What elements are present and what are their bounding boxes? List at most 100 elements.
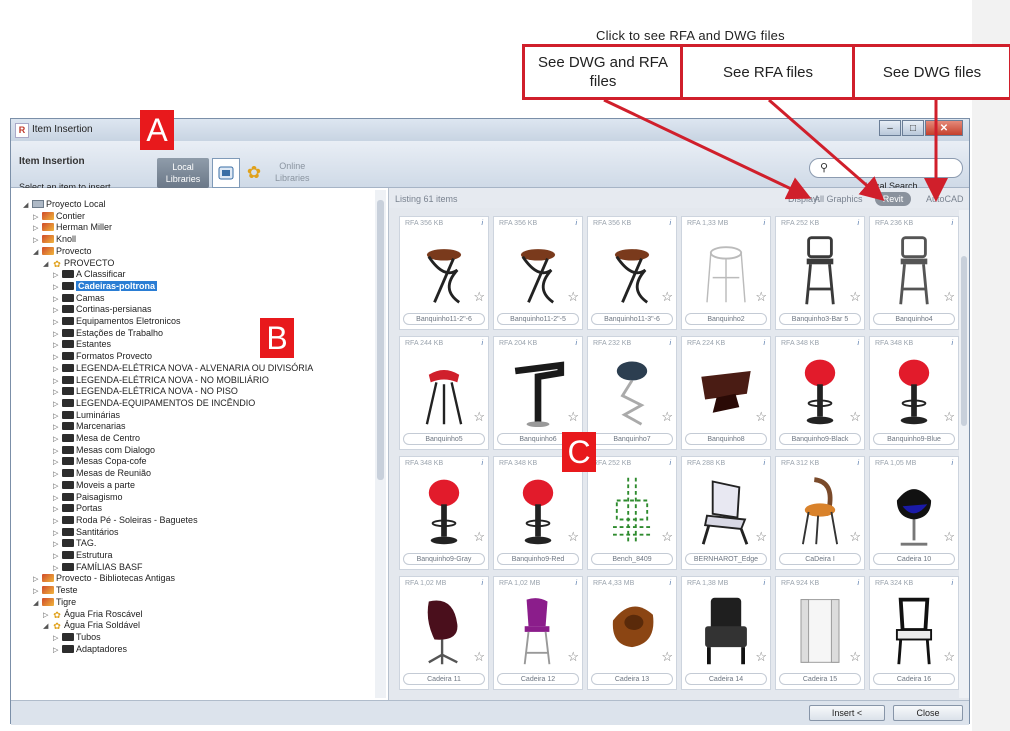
info-icon[interactable]: i <box>951 220 953 227</box>
tree-scrollbar-thumb[interactable] <box>377 200 384 480</box>
info-icon[interactable]: i <box>481 580 483 587</box>
item-card[interactable]: RFA 312 KB i ☆ CaDeira I <box>775 456 865 570</box>
tree-item[interactable]: ▷ Adaptadores <box>53 643 127 655</box>
favorite-star-icon[interactable]: ☆ <box>943 529 955 545</box>
tree-item[interactable]: ▷ Estações de Trabalho <box>53 327 163 339</box>
tree-item[interactable]: ◢ ✿ PROVECTO <box>43 257 114 269</box>
tree-item[interactable]: ▷ Portas <box>53 502 102 514</box>
info-icon[interactable]: i <box>763 220 765 227</box>
favorite-star-icon[interactable]: ☆ <box>661 529 673 545</box>
favorite-star-icon[interactable]: ☆ <box>943 289 955 305</box>
item-card[interactable]: RFA 924 KB i ☆ Cadeira 15 <box>775 576 865 690</box>
item-card[interactable]: RFA 236 KB i ☆ Banquinho4 <box>869 216 959 330</box>
tree-item[interactable]: ▷ A Classificar <box>53 268 126 280</box>
display-autocad[interactable]: AutoCAD <box>926 194 964 204</box>
tree-item[interactable]: ▷ LEGENDA-ELÉTRICA NOVA - NO PISO <box>53 385 238 397</box>
tree-item[interactable]: ▷ Cortinas-persianas <box>53 303 152 315</box>
item-card[interactable]: RFA 252 KB i ☆ Bench_8409 <box>587 456 677 570</box>
info-icon[interactable]: i <box>763 460 765 467</box>
item-card[interactable]: RFA 224 KB i ☆ Banquinho8 <box>681 336 771 450</box>
tree-item[interactable]: ▷ Formatos Provecto <box>53 350 152 362</box>
tree-item[interactable]: ◢ ✿ Água Fria Soldável <box>43 619 140 631</box>
close-window-button[interactable]: ✕ <box>925 120 963 136</box>
tree-item[interactable]: ▷ LEGENDA-EQUIPAMENTOS DE INCÊNDIO <box>53 397 255 409</box>
search-input[interactable]: ⚲ <box>809 158 963 178</box>
item-card[interactable]: RFA 1,02 MB i ☆ Cadeira 12 <box>493 576 583 690</box>
favorite-star-icon[interactable]: ☆ <box>567 649 579 665</box>
item-card[interactable]: RFA 356 KB i ☆ Banquinho11-2"-5 <box>493 216 583 330</box>
tree-item[interactable]: ▷ TAG. <box>53 537 96 549</box>
gallery-scrollbar-thumb[interactable] <box>961 256 967 426</box>
item-card[interactable]: RFA 232 KB i ☆ Banquinho7 <box>587 336 677 450</box>
favorite-star-icon[interactable]: ☆ <box>567 529 579 545</box>
info-icon[interactable]: i <box>575 220 577 227</box>
item-card[interactable]: RFA 4,33 MB i ☆ Cadeira 13 <box>587 576 677 690</box>
item-card[interactable]: RFA 1,02 MB i ☆ Cadeira 11 <box>399 576 489 690</box>
favorite-star-icon[interactable]: ☆ <box>473 409 485 425</box>
tree-item[interactable]: ▷ Mesas com Dialogo <box>53 444 155 456</box>
insert-button[interactable]: Insert < <box>809 705 885 721</box>
expand-toggle-icon[interactable]: ▷ <box>53 645 62 657</box>
favorite-star-icon[interactable]: ☆ <box>473 529 485 545</box>
close-button[interactable]: Close <box>893 705 963 721</box>
favorite-star-icon[interactable]: ☆ <box>473 649 485 665</box>
item-card[interactable]: RFA 1,05 MB i ☆ Cadeira 10 <box>869 456 959 570</box>
item-card[interactable]: RFA 348 KB i ☆ Banquinho9-Blue <box>869 336 959 450</box>
tree-item[interactable]: ▷ Marcenarias <box>53 420 126 432</box>
favorite-star-icon[interactable]: ☆ <box>661 409 673 425</box>
tree-item[interactable]: ▷ Roda Pé - Soleiras - Baguetes <box>53 514 198 526</box>
info-icon[interactable]: i <box>481 460 483 467</box>
tree-item[interactable]: ▷ Knoll <box>33 233 76 245</box>
item-card[interactable]: RFA 244 KB i ☆ Banquinho5 <box>399 336 489 450</box>
expand-toggle-icon[interactable]: ◢ <box>23 200 32 212</box>
info-icon[interactable]: i <box>857 580 859 587</box>
info-icon[interactable]: i <box>481 220 483 227</box>
minimize-button[interactable]: – <box>879 120 901 136</box>
item-card[interactable]: RFA 324 KB i ☆ Cadeira 16 <box>869 576 959 690</box>
favorite-star-icon[interactable]: ☆ <box>943 649 955 665</box>
tree-item[interactable]: ▷ Teste <box>33 584 78 596</box>
favorite-star-icon[interactable]: ☆ <box>849 529 861 545</box>
favorite-star-icon[interactable]: ☆ <box>473 289 485 305</box>
item-card[interactable]: RFA 356 KB i ☆ Banquinho11-2"-6 <box>399 216 489 330</box>
maximize-button[interactable]: □ <box>902 120 924 136</box>
favorite-star-icon[interactable]: ☆ <box>849 289 861 305</box>
tree-item[interactable]: ▷ Equipamentos Eletronicos <box>53 315 181 327</box>
tree-item[interactable]: ◢ Provecto <box>33 245 92 257</box>
tree-item[interactable]: ▷ Herman Miller <box>33 221 112 233</box>
favorite-star-icon[interactable]: ☆ <box>755 649 767 665</box>
tree-item[interactable]: ▷ Santitários <box>53 526 119 538</box>
tree-item[interactable]: ▷ LEGENDA-ELÉTRICA NOVA - NO MOBILIÁRIO <box>53 374 269 386</box>
expand-toggle-icon[interactable]: ◢ <box>43 621 52 633</box>
info-icon[interactable]: i <box>951 580 953 587</box>
item-card[interactable]: RFA 356 KB i ☆ Banquinho11-3"-6 <box>587 216 677 330</box>
favorite-star-icon[interactable]: ☆ <box>849 649 861 665</box>
tree-item[interactable]: ▷ LEGENDA-ELÉTRICA NOVA - ALVENARIA OU DI… <box>53 362 313 374</box>
tree-item[interactable]: ▷ Luminárias <box>53 409 120 421</box>
item-card[interactable]: RFA 1,38 MB i ☆ Cadeira 14 <box>681 576 771 690</box>
info-icon[interactable]: i <box>951 340 953 347</box>
tree-item[interactable]: ▷ FAMÍLIAS BASF <box>53 561 143 573</box>
display-revit-toggle[interactable]: Revit <box>875 192 911 206</box>
item-card[interactable]: RFA 348 KBi☆Banquinho9-Red <box>493 456 583 570</box>
item-card[interactable]: RFA 288 KB i ☆ BERNHAROT_Edge <box>681 456 771 570</box>
info-icon[interactable]: i <box>669 220 671 227</box>
expand-toggle-icon[interactable]: ◢ <box>33 598 42 610</box>
favorite-star-icon[interactable]: ☆ <box>661 649 673 665</box>
tree-item[interactable]: ▷ Paisagismo <box>53 491 123 503</box>
tree-item[interactable]: ▷ Estrutura <box>53 549 113 561</box>
local-libraries-button[interactable]: Local Libraries <box>157 158 209 188</box>
info-icon[interactable]: i <box>763 340 765 347</box>
info-icon[interactable]: i <box>857 460 859 467</box>
favorite-star-icon[interactable]: ☆ <box>661 289 673 305</box>
item-card[interactable]: RFA 348 KB i ☆ Banquinho9-Black <box>775 336 865 450</box>
tree-item[interactable]: ▷ Moveis a parte <box>53 479 135 491</box>
tree-item[interactable]: ◢ Tigre <box>33 596 76 608</box>
favorite-star-icon[interactable]: ☆ <box>567 409 579 425</box>
info-icon[interactable]: i <box>481 340 483 347</box>
display-all-graphics[interactable]: All Graphics <box>814 194 863 204</box>
info-icon[interactable]: i <box>763 580 765 587</box>
online-libraries-button[interactable]: Online Libraries <box>275 160 310 184</box>
tree-item[interactable]: ▷ Mesas de Reunião <box>53 467 151 479</box>
info-icon[interactable]: i <box>857 340 859 347</box>
